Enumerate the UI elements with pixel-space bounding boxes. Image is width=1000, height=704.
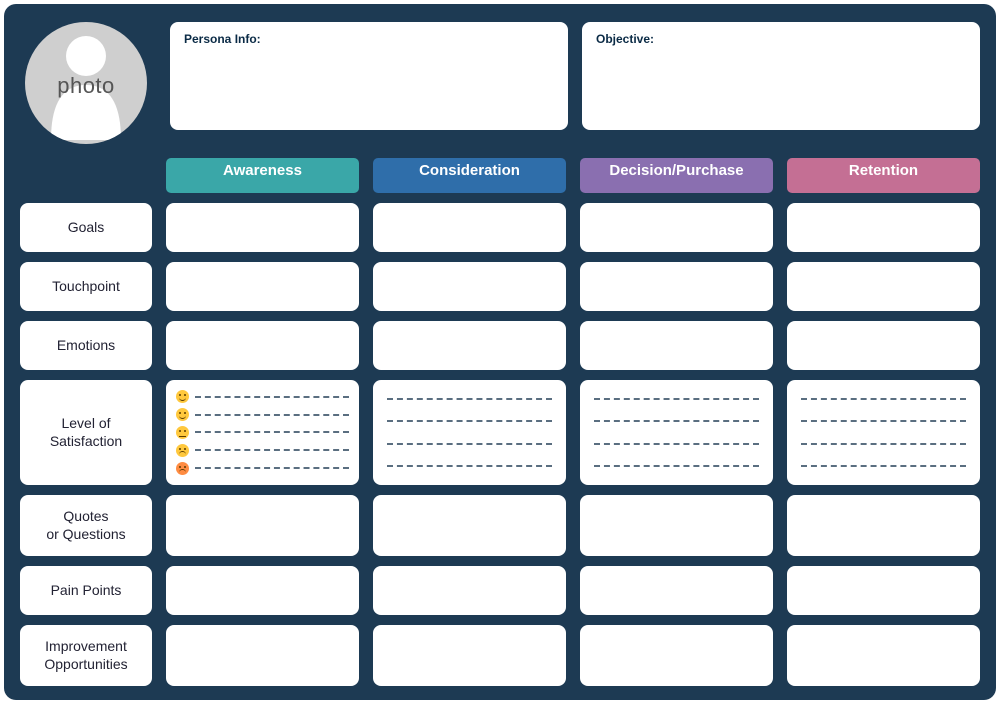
satisfaction-line: [797, 413, 970, 429]
info-cards: Persona Info: Objective:: [170, 22, 980, 130]
cell-0-3[interactable]: [787, 203, 980, 252]
journey-grid: Awareness Consideration Decision/Purchase R…: [20, 158, 980, 686]
dash-line: [801, 443, 966, 445]
satisfaction-line: [383, 413, 556, 429]
cell-5-3[interactable]: [787, 566, 980, 615]
dash-line: [195, 467, 349, 469]
dash-line: [801, 465, 966, 467]
dash-line: [195, 396, 349, 398]
dash-line: [195, 449, 349, 451]
cell-3-2[interactable]: [580, 380, 773, 485]
cell-1-1[interactable]: [373, 262, 566, 311]
dash-line: [195, 431, 349, 433]
cell-6-2[interactable]: [580, 625, 773, 686]
satisfaction-line: [590, 391, 763, 407]
row-label-quotes-or-questions: Quotesor Questions: [20, 495, 152, 556]
cell-6-1[interactable]: [373, 625, 566, 686]
dash-line: [801, 420, 966, 422]
satisfaction-line: [797, 458, 970, 474]
satisfaction-line: [590, 458, 763, 474]
dash-line: [594, 465, 759, 467]
persona-photo-wrap: photo: [20, 22, 152, 144]
satisfaction-line: [590, 436, 763, 452]
persona-info-label: Persona Info:: [184, 32, 554, 46]
dash-line: [387, 465, 552, 467]
satisfaction-line: [797, 436, 970, 452]
dash-line: [195, 414, 349, 416]
row-label-emotions: Emotions: [20, 321, 152, 370]
cell-3-0[interactable]: [166, 380, 359, 485]
dash-line: [387, 420, 552, 422]
row-label-level-of-satisfaction: Level ofSatisfaction: [20, 380, 152, 485]
stage-header-consideration: Consideration: [373, 158, 566, 193]
emoji-face-icon: [176, 444, 189, 457]
cell-4-2[interactable]: [580, 495, 773, 556]
cell-4-3[interactable]: [787, 495, 980, 556]
photo-label: photo: [57, 73, 115, 99]
dash-line: [801, 398, 966, 400]
cell-6-0[interactable]: [166, 625, 359, 686]
cell-3-1[interactable]: [373, 380, 566, 485]
stage-header-decision-purchase: Decision/Purchase: [580, 158, 773, 193]
persona-photo-placeholder[interactable]: photo: [25, 22, 147, 144]
objective-label: Objective:: [596, 32, 966, 46]
stage-header-retention: Retention: [787, 158, 980, 193]
emoji-face-icon: [176, 390, 189, 403]
row-label-goals: Goals: [20, 203, 152, 252]
satisfaction-line: [176, 407, 349, 423]
persona-info-card[interactable]: Persona Info:: [170, 22, 568, 130]
cell-0-0[interactable]: [166, 203, 359, 252]
cell-5-1[interactable]: [373, 566, 566, 615]
cell-1-2[interactable]: [580, 262, 773, 311]
row-label-pain-points: Pain Points: [20, 566, 152, 615]
cell-0-2[interactable]: [580, 203, 773, 252]
stage-header-awareness: Awareness: [166, 158, 359, 193]
cell-1-0[interactable]: [166, 262, 359, 311]
row-label-touchpoint: Touchpoint: [20, 262, 152, 311]
satisfaction-line: [176, 424, 349, 440]
dash-line: [594, 420, 759, 422]
satisfaction-line: [590, 413, 763, 429]
satisfaction-line: [383, 458, 556, 474]
emoji-face-icon: [176, 426, 189, 439]
satisfaction-line: [797, 391, 970, 407]
satisfaction-line: [176, 460, 349, 476]
cell-5-0[interactable]: [166, 566, 359, 615]
cell-2-1[interactable]: [373, 321, 566, 370]
cell-6-3[interactable]: [787, 625, 980, 686]
cell-2-0[interactable]: [166, 321, 359, 370]
satisfaction-line: [383, 391, 556, 407]
satisfaction-line: [176, 389, 349, 405]
cell-5-2[interactable]: [580, 566, 773, 615]
cell-2-2[interactable]: [580, 321, 773, 370]
row-label-improvement-opportunities: ImprovementOpportunities: [20, 625, 152, 686]
cell-3-3[interactable]: [787, 380, 980, 485]
cell-4-0[interactable]: [166, 495, 359, 556]
cell-1-3[interactable]: [787, 262, 980, 311]
cell-0-1[interactable]: [373, 203, 566, 252]
satisfaction-line: [383, 436, 556, 452]
dash-line: [387, 398, 552, 400]
satisfaction-line: [176, 442, 349, 458]
header-row: photo Persona Info: Objective:: [20, 22, 980, 144]
dash-line: [387, 443, 552, 445]
dash-line: [594, 398, 759, 400]
cell-4-1[interactable]: [373, 495, 566, 556]
objective-card[interactable]: Objective:: [582, 22, 980, 130]
grid-corner: [20, 158, 152, 193]
cell-2-3[interactable]: [787, 321, 980, 370]
dash-line: [594, 443, 759, 445]
emoji-face-icon: [176, 408, 189, 421]
emoji-face-icon: [176, 462, 189, 475]
journey-map-canvas: photo Persona Info: Objective: Awareness…: [4, 4, 996, 700]
